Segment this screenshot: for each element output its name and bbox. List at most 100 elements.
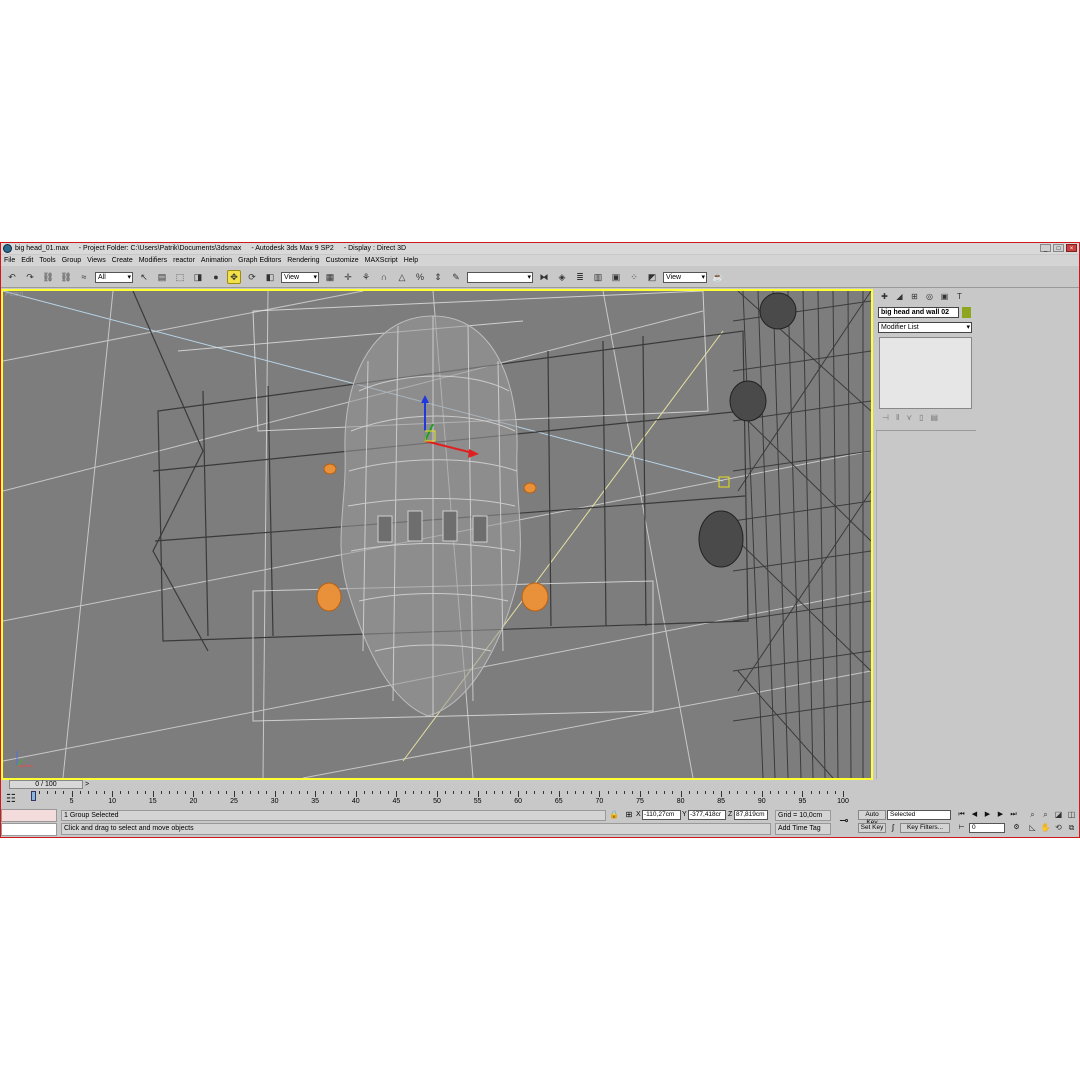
object-name-field[interactable]: big head and wall 02 [878,307,959,318]
key-filters-button[interactable]: Key Filters... [900,823,950,833]
menu-tools[interactable]: Tools [36,257,58,264]
menu-customize[interactable]: Customize [323,257,362,264]
bind-to-space-warp-icon[interactable]: ≈ [77,270,91,284]
time-configuration-icon[interactable]: ⚙ [1011,823,1022,833]
align-icon[interactable]: ◈ [555,270,569,284]
curve-editor-icon[interactable]: ▥ [591,270,605,284]
go-to-end-icon[interactable]: ⏭ [1008,810,1019,820]
modify-tab-icon[interactable]: ◢ [893,291,906,302]
menu-modifiers[interactable]: Modifiers [136,257,170,264]
maxscript-input-mini[interactable] [1,823,57,836]
window-crossing-icon[interactable]: ◨ [191,270,205,284]
menu-rendering[interactable]: Rendering [284,257,322,264]
utilities-tab-icon[interactable]: T [953,291,966,302]
next-frame-arrow-icon[interactable]: > [83,780,91,789]
schematic-view-icon[interactable]: ▣ [609,270,623,284]
select-and-rotate-icon[interactable]: ⟳ [245,270,259,284]
show-end-result-icon[interactable]: ‖ [896,413,899,423]
menu-create[interactable]: Create [109,257,136,264]
select-and-link-icon[interactable]: ⛓ [41,270,55,284]
key-mode-dropdown[interactable]: Selected [887,810,951,820]
select-by-name-icon[interactable]: ▤ [155,270,169,284]
hierarchy-tab-icon[interactable]: ⊞ [908,291,921,302]
frame-ruler[interactable]: 5 10 15 20 25 30 35 40 45 50 55 60 65 70 75 80 85 90 95 100 [29,791,859,809]
set-key-button[interactable]: Set Key [858,823,886,833]
redo-icon[interactable]: ↷ [23,270,37,284]
spinner-snap-icon[interactable]: ⇕ [431,270,445,284]
menu-file[interactable]: File [1,257,18,264]
display-tab-icon[interactable]: ▣ [938,291,951,302]
zoom-extents-all-icon[interactable]: ◫ [1066,809,1077,820]
menu-graph-editors[interactable]: Graph Editors [235,257,284,264]
rectangular-selection-icon[interactable]: ⬚ [173,270,187,284]
zoom-extents-icon[interactable]: ◪ [1053,809,1064,820]
use-pivot-center-icon[interactable]: ▦ [323,270,337,284]
reference-coordinate-dropdown[interactable]: View [281,271,319,283]
keyboard-shortcut-override-icon[interactable]: ⚘ [359,270,373,284]
next-frame-icon[interactable]: ▶ [995,810,1006,820]
go-to-start-icon[interactable]: ⏮ [956,810,967,820]
render-scene-icon[interactable]: ◩ [645,270,659,284]
menu-maxscript[interactable]: MAXScript [362,257,401,264]
field-of-view-icon[interactable]: ◺ [1027,822,1038,833]
selection-filter-dropdown[interactable]: All [95,271,133,283]
make-unique-icon[interactable]: ⋎ [906,413,912,423]
add-time-tag-button[interactable]: Add Time Tag [775,823,831,835]
track-bar[interactable]: ☷ 5 10 15 20 25 30 35 40 45 50 55 60 65 70 75 80 85 90 95 1… [1,791,873,809]
select-and-move-icon[interactable]: ✥ [227,270,241,284]
z-coordinate-field[interactable]: 87,819cm [734,810,768,820]
object-color-swatch[interactable] [962,307,971,318]
menu-group[interactable]: Group [59,257,84,264]
selection-lock-icon[interactable]: 🔒 [609,810,619,820]
unlink-icon[interactable]: ⛓ [59,270,73,284]
named-selection-dropdown[interactable] [467,271,533,283]
mini-curve-editor-icon[interactable]: ☷ [6,793,18,805]
minimize-button[interactable]: _ [1040,244,1051,252]
material-editor-icon[interactable]: ⁘ [627,270,641,284]
zoom-icon[interactable]: ⌕ [1027,809,1038,820]
perspective-viewport[interactable]: Persp [1,289,873,780]
close-button[interactable]: × [1066,244,1077,252]
maximize-viewport-icon[interactable]: ⧉ [1066,822,1077,833]
key-mode-toggle-icon[interactable]: ⊢ [956,823,967,833]
select-and-scale-icon[interactable]: ◧ [263,270,277,284]
orbit-icon[interactable]: ⟲ [1053,822,1064,833]
percent-snap-icon[interactable]: % [413,270,427,284]
previous-frame-icon[interactable]: ◀ [969,810,980,820]
menu-reactor[interactable]: reactor [170,257,198,264]
select-object-icon[interactable]: ↖ [137,270,151,284]
viewport-label[interactable]: Persp [5,291,23,298]
set-key-icon[interactable]: ⊸ [835,812,853,830]
configure-modifier-sets-icon[interactable]: ▤ [931,413,939,423]
angle-snap-icon[interactable]: △ [395,270,409,284]
pan-view-icon[interactable]: ✋ [1040,822,1051,833]
auto-key-button[interactable]: Auto Key [858,810,886,826]
edit-named-selection-icon[interactable]: ✎ [449,270,463,284]
modifier-list-dropdown[interactable]: Modifier List [878,322,972,333]
x-coordinate-field[interactable]: -110,27cm [642,810,681,820]
layer-manager-icon[interactable]: ≣ [573,270,587,284]
current-frame-field[interactable]: 0 [969,823,1005,833]
mirror-icon[interactable]: ⧓ [537,270,551,284]
pin-stack-icon[interactable]: ⊣ [882,413,889,423]
quick-render-icon[interactable]: ☕ [711,270,725,284]
modifier-stack[interactable] [879,337,972,409]
snaps-toggle-icon[interactable]: ∩ [377,270,391,284]
default-tangent-icon[interactable]: ∫ [888,823,898,833]
y-coordinate-field[interactable]: -377,418cr [688,810,726,820]
render-view-dropdown[interactable]: View [663,271,707,283]
menu-views[interactable]: Views [84,257,109,264]
play-icon[interactable]: ▶ [982,810,993,820]
maxscript-listener-mini[interactable] [1,809,57,822]
menu-animation[interactable]: Animation [198,257,235,264]
maximize-button[interactable]: □ [1053,244,1064,252]
create-tab-icon[interactable]: ✚ [878,291,891,302]
absolute-mode-icon[interactable]: ⊞ [624,810,634,820]
menu-help[interactable]: Help [401,257,421,264]
remove-modifier-icon[interactable]: ▯ [919,413,923,423]
current-frame-marker[interactable] [31,791,36,801]
time-slider-handle[interactable]: 0 / 100 [9,780,83,789]
menu-edit[interactable]: Edit [18,257,36,264]
select-and-manipulate-icon[interactable]: ● [209,270,223,284]
zoom-all-icon[interactable]: ⌕ [1040,809,1051,820]
